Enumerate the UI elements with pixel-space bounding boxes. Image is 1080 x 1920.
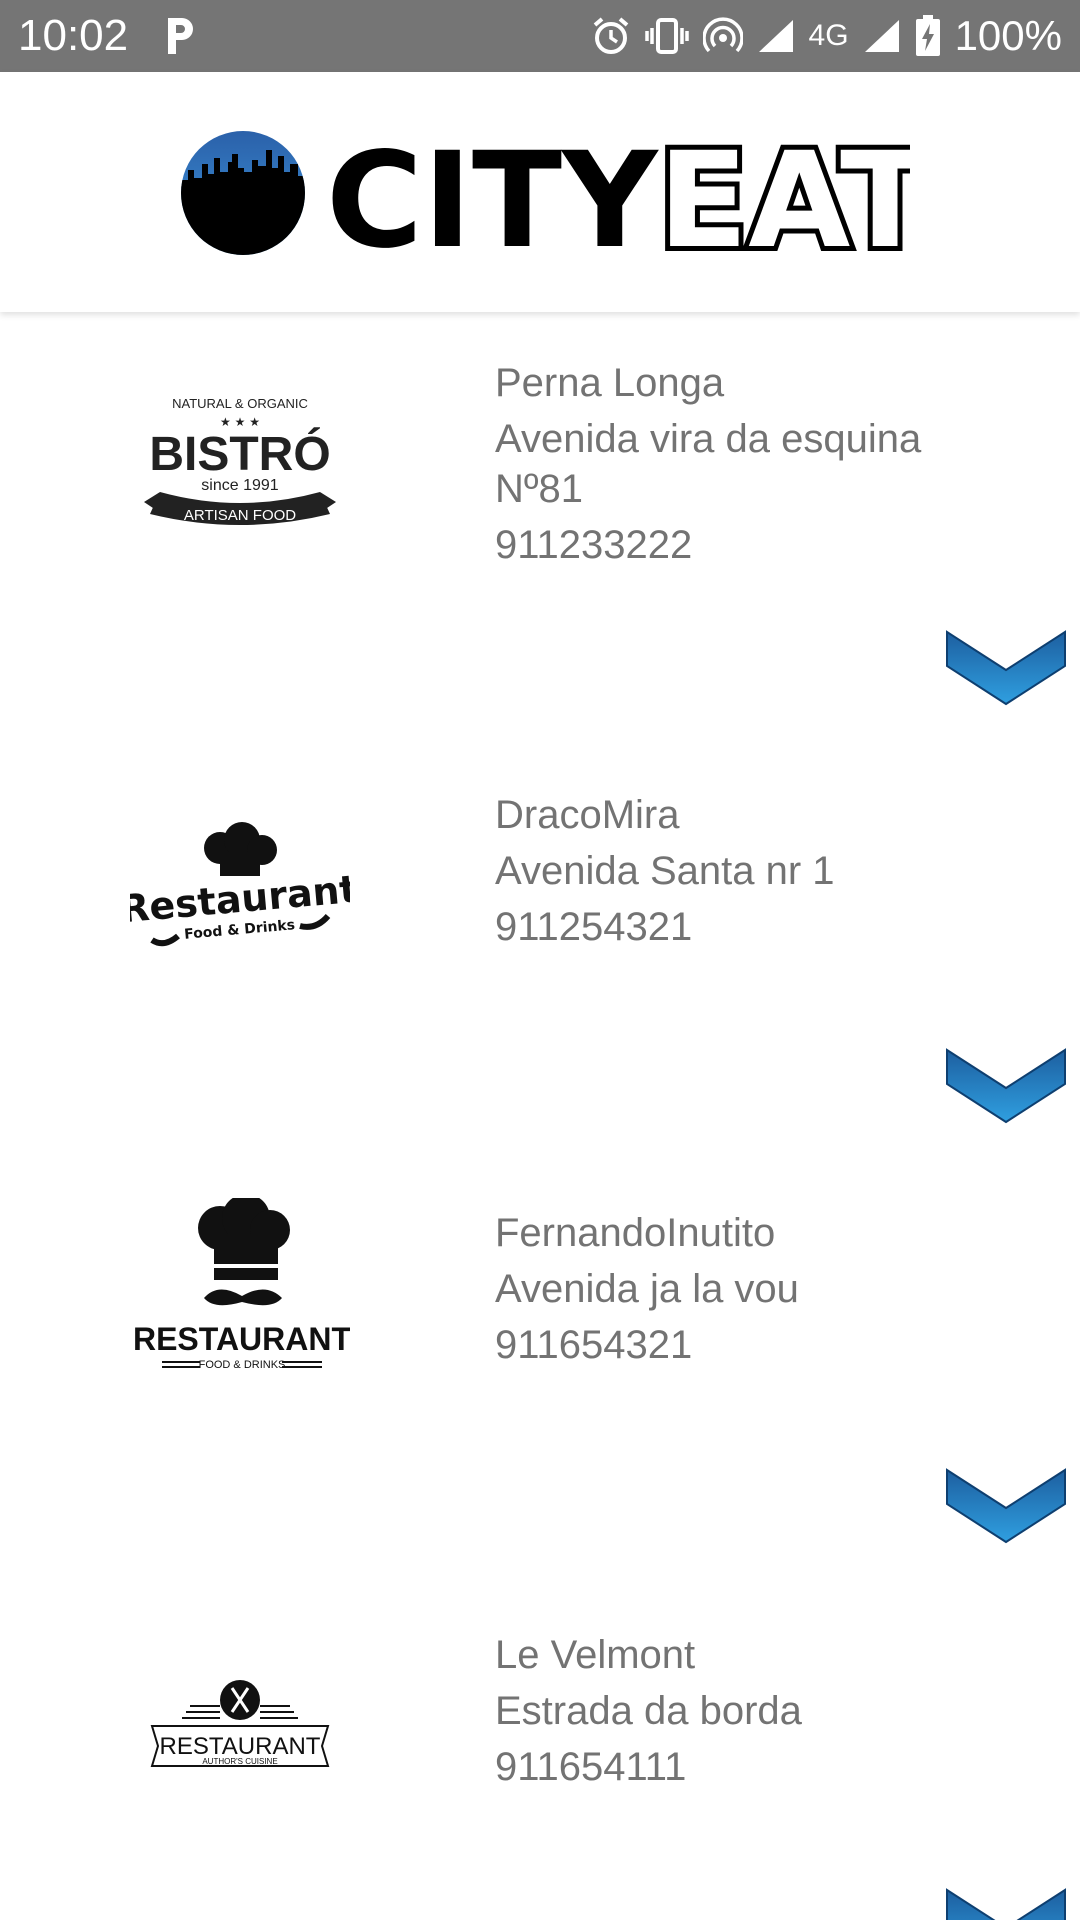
restaurant-name: FernandoInutito [495, 1211, 776, 1255]
app-header: CITY EAT [0, 72, 1080, 312]
chevron-down-icon [946, 1888, 1066, 1920]
restaurant-chef-logo: RESTAURANT FOOD & DRINKS [130, 1194, 351, 1398]
status-icons: 4G 100% [591, 12, 1062, 60]
restaurant-food-drinks-logo: Restaurant Food & Drinks [118, 812, 359, 1012]
logo-sub-text: AUTHOR'S CUISINE [202, 1757, 277, 1766]
restaurant-name: Le Velmont [495, 1633, 696, 1677]
logo-main-text: BISTRÓ [149, 426, 330, 481]
svg-text:★ ★ ★: ★ ★ ★ [220, 415, 260, 429]
restaurant-authors-cuisine-logo: RESTAURANT AUTHOR'S CUISINE [130, 1642, 350, 1842]
chevron-down-icon [946, 1468, 1066, 1544]
restaurant-address: Avenida Santa nr 1 [495, 849, 835, 893]
restaurant-address: Estrada da borda [495, 1689, 802, 1733]
restaurant-info: Le Velmont Estrada da borda 911654111 [495, 1630, 1015, 1792]
parking-notification-icon [162, 14, 198, 58]
restaurant-name: DracoMira [495, 793, 680, 837]
chef-hat-icon [204, 822, 277, 876]
logo-banner-text: ARTISAN FOOD [184, 507, 296, 524]
restaurant-address: Avenida vira da esquina Nº81 [495, 417, 922, 511]
restaurant-card[interactable]: RESTAURANT FOOD & DRINKS FernandoInutito… [0, 1152, 1080, 1572]
status-time: 10:02 [18, 11, 129, 60]
alarm-icon [591, 16, 631, 56]
logo-eat-text: EAT [658, 128, 910, 258]
restaurant-phone: 911654111 [495, 1745, 687, 1789]
expand-chevron-button[interactable] [945, 1468, 1067, 1544]
bistro-logo: NATURAL & ORGANIC ★ ★ ★ BISTRÓ since 199… [130, 374, 350, 574]
network-type: 4G [808, 19, 849, 52]
chef-hat-icon [198, 1194, 290, 1280]
restaurant-phone: 911254321 [495, 905, 693, 949]
restaurant-list: NATURAL & ORGANIC ★ ★ ★ BISTRÓ since 199… [0, 312, 1080, 1920]
restaurant-info: FernandoInutito Avenida ja la vou 911654… [495, 1208, 1015, 1370]
expand-chevron-button[interactable] [945, 1888, 1067, 1920]
vibrate-icon [644, 16, 689, 56]
cityeat-logo: CITY EAT [180, 119, 935, 283]
status-bar: 10:02 4G 100% [0, 0, 1080, 72]
restaurant-phone: 911654321 [495, 1323, 693, 1367]
restaurant-address: Avenida ja la vou [495, 1267, 799, 1311]
restaurant-card[interactable]: NATURAL & ORGANIC ★ ★ ★ BISTRÓ since 199… [0, 312, 1080, 732]
signal-icon [757, 18, 795, 54]
chevron-down-icon [946, 1048, 1066, 1124]
chevron-down-icon [946, 630, 1066, 706]
logo-city-text: CITY [326, 128, 659, 258]
battery-percent: 100% [954, 12, 1062, 59]
logo-main-text: RESTAURANT [133, 1321, 350, 1357]
restaurant-info: DracoMira Avenida Santa nr 1 911254321 [495, 790, 1015, 952]
city-skyline-icon [181, 131, 305, 255]
expand-chevron-button[interactable] [945, 630, 1067, 706]
logo-sub-text: FOOD & DRINKS [199, 1359, 286, 1371]
restaurant-card[interactable]: Restaurant Food & Drinks DracoMira Aveni… [0, 732, 1080, 1152]
restaurant-name: Perna Longa [495, 361, 725, 405]
mustache-icon [204, 1289, 282, 1306]
logo-main-text: RESTAURANT [160, 1733, 321, 1760]
hotspot-icon [702, 16, 743, 56]
battery-charging-icon [915, 15, 941, 57]
logo-top-text: NATURAL & ORGANIC [172, 396, 308, 411]
restaurant-card[interactable]: RESTAURANT AUTHOR'S CUISINE Le Velmont E… [0, 1572, 1080, 1920]
logo-since-text: since 1991 [201, 477, 278, 494]
signal-icon-2 [863, 18, 901, 54]
expand-chevron-button[interactable] [945, 1048, 1067, 1124]
restaurant-info: Perna Longa Avenida vira da esquina Nº81… [495, 358, 1015, 570]
cutlery-icon [220, 1680, 260, 1720]
restaurant-phone: 911233222 [495, 523, 693, 567]
